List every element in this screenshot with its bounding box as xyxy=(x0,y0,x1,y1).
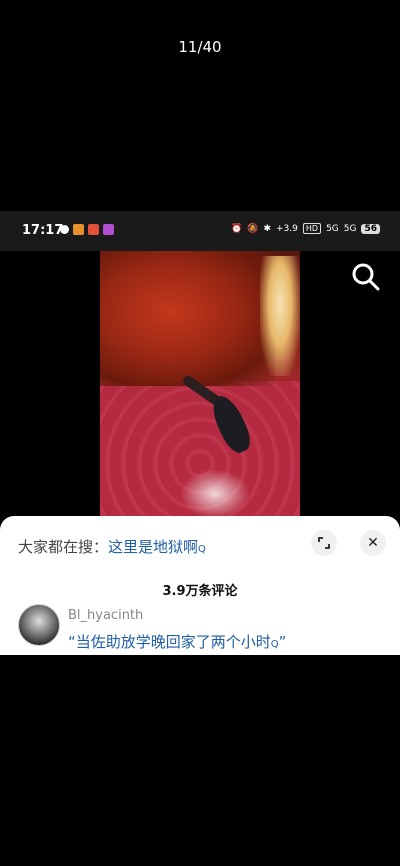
battery-indicator: 56 xyxy=(361,223,380,234)
search-keyword-icon: Q xyxy=(198,544,206,555)
mute-icon: 🔕 xyxy=(247,223,259,234)
side-dish xyxy=(260,256,300,376)
app-icon-red xyxy=(88,224,99,235)
comment-close-quote: ” xyxy=(278,633,287,651)
trending-search[interactable]: 大家都在搜：这里是地狱啊Q xyxy=(18,536,206,557)
light-glare xyxy=(180,469,250,519)
video-frame[interactable] xyxy=(100,251,300,519)
avatar[interactable] xyxy=(18,604,60,646)
screenshot-content: 17:17 ⏰ 🔕 ✱ +3.9 HD 5G 5G 56 大家都在搜：这里是地狱… xyxy=(0,211,400,655)
crawfish-pile xyxy=(100,251,275,386)
comment-search-icon: Q xyxy=(270,639,279,650)
signal-5g-2: 5G xyxy=(343,223,357,234)
expand-button[interactable] xyxy=(311,530,337,556)
close-icon: ✕ xyxy=(367,535,379,551)
image-counter: 11/40 xyxy=(178,38,222,56)
bluetooth-icon: ✱ xyxy=(263,223,272,234)
comment-count: 3.9万条评论 xyxy=(162,584,238,599)
alarm-icon: ⏰ xyxy=(231,223,243,234)
net-speed: +3.9 xyxy=(276,223,298,234)
close-button[interactable]: ✕ xyxy=(360,530,386,556)
status-app-icons xyxy=(60,224,114,235)
status-bar: 17:17 ⏰ 🔕 ✱ +3.9 HD 5G 5G 56 xyxy=(0,211,400,251)
comment-body: “当佐助放学晚回家了两个小时 xyxy=(68,633,271,651)
status-time: 17:17 xyxy=(22,223,64,238)
hd-badge: HD xyxy=(302,223,322,234)
app-icon-orange xyxy=(73,224,84,235)
location-icon xyxy=(60,225,69,234)
comment-sheet: 大家都在搜：这里是地狱啊Q ✕ 3.9万条评论 Bl_hyacinth “当佐助… xyxy=(0,516,400,655)
trending-search-prefix: 大家都在搜： xyxy=(18,538,109,556)
trending-search-keyword[interactable]: 这里是地狱啊 xyxy=(108,538,198,556)
app-icon-purple xyxy=(103,224,114,235)
expand-icon xyxy=(318,537,330,549)
comment-text[interactable]: “当佐助放学晚回家了两个小时Q” xyxy=(68,631,286,652)
search-icon[interactable] xyxy=(350,261,382,293)
comment-username[interactable]: Bl_hyacinth xyxy=(68,608,143,623)
status-indicators: ⏰ 🔕 ✱ +3.9 HD 5G 5G 56 xyxy=(231,223,380,234)
signal-5g-1: 5G xyxy=(326,223,339,234)
